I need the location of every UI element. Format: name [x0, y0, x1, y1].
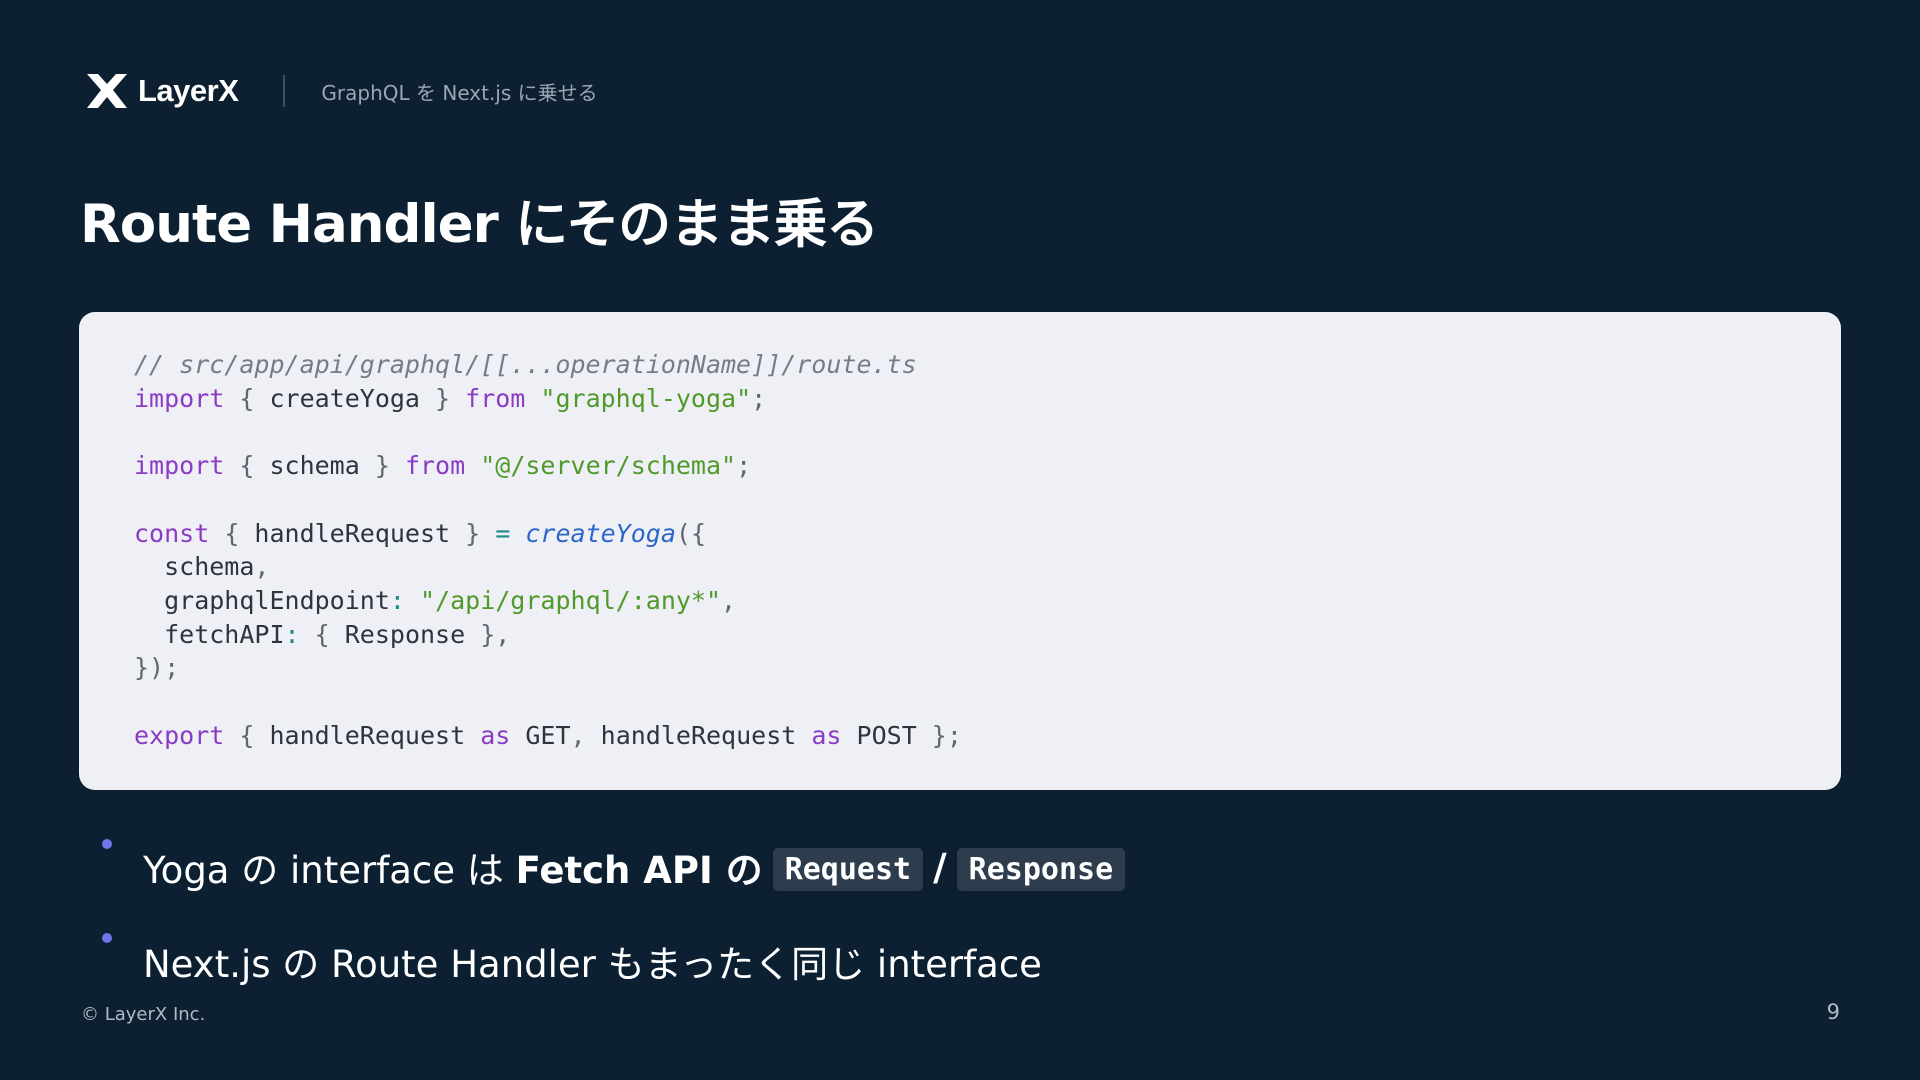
- layerx-logo-icon: [87, 74, 127, 108]
- code-token-op: :: [389, 585, 405, 615]
- code-line: const { handleRequest } = createYoga({: [134, 517, 1841, 551]
- logo-text: LayerX: [138, 73, 239, 108]
- code-token-ident: [796, 721, 811, 750]
- code-token-punct: ({: [675, 518, 706, 548]
- page-number: 9: [1826, 1000, 1840, 1024]
- code-line: schema,: [134, 550, 1841, 584]
- code-token-punct: ;: [751, 383, 767, 413]
- code-token-punct: {: [224, 720, 270, 750]
- code-token-op: =: [495, 518, 511, 548]
- code-token-string: "/api/graphql/:any*": [420, 585, 722, 615]
- bullet-content: Yoga の interface は Fetch API の Request /…: [143, 840, 1126, 894]
- code-line: fetchAPI: { Response },: [134, 618, 1841, 652]
- code-token-ident: GET: [510, 720, 571, 750]
- slide-title: Route Handler にそのまま乗る: [80, 194, 879, 255]
- header-divider: [283, 75, 286, 107]
- code-token-punct: {: [299, 619, 345, 649]
- code-token-ident: [405, 586, 420, 615]
- code-token-punct: },: [465, 619, 511, 649]
- code-token-punct: }: [450, 518, 496, 548]
- code-token-punct: {: [224, 451, 270, 481]
- copyright: © LayerX Inc.: [81, 1004, 206, 1025]
- bullet-separator: /: [933, 845, 947, 889]
- code-token-ident: schema: [269, 451, 360, 481]
- code-block: // src/app/api/graphql/[[...operationNam…: [79, 312, 1841, 790]
- code-line: });: [134, 651, 1841, 685]
- bullet-content: Next.js の Route Handler もまったく同じ interfac…: [143, 934, 1042, 988]
- code-token-string: "graphql-yoga": [540, 383, 752, 413]
- inline-code-request: Request: [772, 847, 924, 891]
- inline-code-response: Response: [956, 847, 1126, 891]
- code-token-ident: Response: [344, 619, 466, 649]
- bullet-text: Yoga の interface は: [143, 849, 516, 892]
- bullet-item-fetch-api: Yoga の interface は Fetch API の Request /…: [102, 820, 1126, 914]
- code-token-keyword: as: [811, 720, 842, 750]
- code-token-keyword: export: [134, 720, 225, 750]
- code-line: import { schema } from "@/server/schema"…: [134, 449, 1841, 483]
- code-token-comment: // src/app/api/graphql/[[...operationNam…: [134, 350, 917, 379]
- code-token-ident: [525, 384, 540, 413]
- code-token-punct: ,: [254, 552, 270, 582]
- bullet-bold-text: Fetch API の: [515, 849, 763, 892]
- code-line: // src/app/api/graphql/[[...operationNam…: [134, 348, 1841, 382]
- bullet-item-route-handler: Next.js の Route Handler もまったく同じ interfac…: [102, 914, 1125, 1008]
- code-token-ident: handleRequest: [254, 518, 451, 548]
- code-token-keyword: from: [465, 383, 526, 413]
- code-line: graphqlEndpoint: "/api/graphql/:any*",: [134, 584, 1841, 618]
- code-token-punct: };: [916, 720, 962, 750]
- slide-header: LayerX GraphQL を Next.js に乗せる: [84, 70, 598, 112]
- code-token-ident: [465, 451, 480, 480]
- code-line: ​: [134, 685, 1841, 719]
- code-token-keyword: as: [480, 720, 511, 750]
- code-token-op: :: [284, 619, 300, 649]
- code-token-punct: ,: [721, 585, 737, 615]
- code-token-ident: schema: [134, 552, 255, 582]
- code-token-ident: fetchAPI: [134, 619, 285, 649]
- deck-subtitle: GraphQL を Next.js に乗せる: [321, 80, 598, 105]
- code-token-ident: graphqlEndpoint: [134, 585, 390, 615]
- code-token-punct: {: [224, 383, 270, 413]
- code-token-ident: handleRequest: [269, 720, 466, 750]
- code-token-keyword: const: [134, 518, 210, 548]
- code-line: export { handleRequest as GET, handleReq…: [134, 719, 1841, 753]
- code-token-ident: handleRequest: [600, 720, 797, 750]
- bullet-dot-icon: [102, 933, 112, 943]
- code-content: // src/app/api/graphql/[[...operationNam…: [134, 348, 1841, 752]
- logo: LayerX: [84, 71, 239, 111]
- code-token-punct: {: [209, 518, 255, 548]
- code-token-string: "@/server/schema": [480, 451, 737, 481]
- code-token-keyword: import: [134, 383, 225, 413]
- code-token-keyword: import: [134, 451, 225, 481]
- code-token-ident: [465, 721, 480, 750]
- code-token-keyword: from: [404, 451, 466, 481]
- bullet-text: Next.js の Route Handler もまったく同じ interfac…: [143, 943, 1042, 986]
- code-line: ​: [134, 415, 1841, 449]
- code-token-punct: });: [134, 653, 180, 683]
- code-token-punct: }: [419, 383, 466, 413]
- code-token-punct: ;: [736, 451, 752, 481]
- code-line: ​: [134, 483, 1841, 517]
- code-token-punct: ,: [570, 720, 601, 750]
- code-token-punct: }: [359, 451, 405, 481]
- code-token-ident: POST: [841, 720, 917, 750]
- code-line: import { createYoga } from "graphql-yoga…: [134, 382, 1841, 416]
- code-token-func: createYoga: [525, 518, 676, 548]
- code-token-ident: [510, 519, 525, 548]
- code-token-ident: createYoga: [269, 383, 420, 413]
- bullet-dot-icon: [102, 839, 112, 849]
- bullet-list: Yoga の interface は Fetch API の Request /…: [102, 820, 1126, 1008]
